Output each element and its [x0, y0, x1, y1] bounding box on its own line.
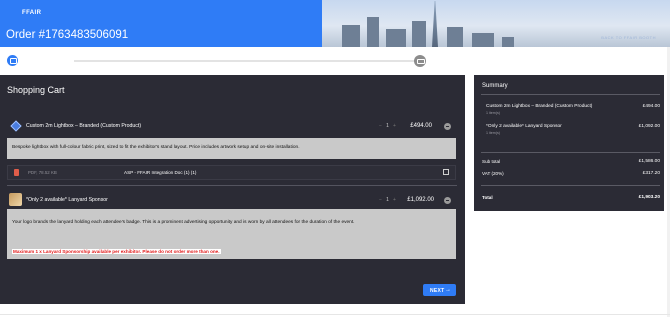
next-button-label: NEXT	[430, 287, 445, 294]
shopping-cart-panel: Shopping Cart Custom 2m Lightbox – Brand…	[0, 75, 465, 304]
summary-item-qty: 1 item(s)	[486, 111, 500, 115]
cart-item-price: £494.00	[410, 123, 432, 129]
summary-item-name: Custom 2m Lightbox – Branded (Custom Pro…	[486, 104, 593, 109]
summary-item-price: £1,092.00	[638, 124, 660, 129]
total-value: £1,903.20	[638, 195, 660, 200]
summary-title: Summary	[482, 83, 508, 89]
item-description-text: Your logo brands the lanyard holding eac…	[12, 220, 355, 225]
brand-logo[interactable]: FFAIR	[22, 10, 41, 16]
quantity-value: 1	[386, 123, 389, 129]
cart-step-icon[interactable]	[7, 55, 18, 66]
decrease-button[interactable]: −	[379, 197, 382, 203]
cart-item: *Only 2 available* Lanyard Sponsor − 1 +…	[7, 193, 457, 207]
attached-file-row: PDF, 78.52 KB ASP - FFAIR Integration Do…	[7, 165, 456, 180]
remove-item-icon[interactable]	[444, 123, 451, 130]
cart-item-price: £1,092.00	[407, 197, 434, 203]
arrow-right-icon: →	[445, 286, 451, 293]
product-thumbnail	[9, 193, 22, 206]
step-progress-line	[74, 60, 414, 62]
item-description: Bespoke lightbox with full-colour fabric…	[7, 138, 456, 159]
subtotal-value: £1,586.00	[638, 159, 660, 164]
divider	[7, 185, 457, 186]
summary-item-name: *Only 2 available* Lanyard Sponsor	[486, 124, 562, 129]
cart-item: Custom 2m Lightbox – Branded (Custom Pro…	[7, 120, 457, 133]
decrease-button[interactable]: −	[379, 123, 382, 129]
pdf-icon	[14, 169, 19, 176]
warning-text: Maximum 1 x Lanyard Sponsorship availabl…	[12, 249, 221, 254]
divider	[0, 314, 670, 315]
item-description: Your logo brands the lanyard holding eac…	[7, 209, 456, 259]
checkout-steps	[0, 47, 670, 75]
total-label: Total	[482, 195, 493, 200]
summary-item-price: £494.00	[642, 104, 660, 109]
item-description-text: Bespoke lightbox with full-colour fabric…	[12, 145, 300, 150]
cart-item-name: Custom 2m Lightbox – Branded (Custom Pro…	[26, 123, 142, 129]
back-to-booth-link[interactable]: BACK TO FFAIR BOOTH	[601, 35, 656, 40]
divider	[481, 94, 660, 95]
quantity-value: 1	[386, 197, 389, 203]
summary-panel: Summary Custom 2m Lightbox – Branded (Cu…	[474, 75, 664, 211]
file-name[interactable]: ASP - FFAIR Integration Doc (1) (1)	[124, 170, 196, 175]
subtotal-label: Sub total	[482, 159, 501, 164]
cart-title: Shopping Cart	[7, 85, 65, 95]
file-meta: PDF, 78.52 KB	[28, 170, 57, 175]
vat-label: VAT (20%)	[482, 171, 504, 176]
divider	[481, 185, 660, 186]
header: FFAIR Order #1763483506091 BACK TO FFAIR…	[0, 0, 670, 47]
divider	[481, 152, 660, 153]
product-diamond-icon	[10, 120, 22, 132]
open-external-icon[interactable]	[443, 169, 449, 175]
remove-item-icon[interactable]	[444, 197, 451, 204]
page-title: Order #1763483506091	[6, 29, 129, 41]
next-button[interactable]: NEXT →	[423, 284, 456, 296]
vat-value: £317.20	[642, 171, 660, 176]
cart-item-name: *Only 2 available* Lanyard Sponsor	[26, 197, 108, 203]
payment-step-icon[interactable]	[414, 55, 426, 67]
summary-item-qty: 1 item(s)	[486, 131, 500, 135]
